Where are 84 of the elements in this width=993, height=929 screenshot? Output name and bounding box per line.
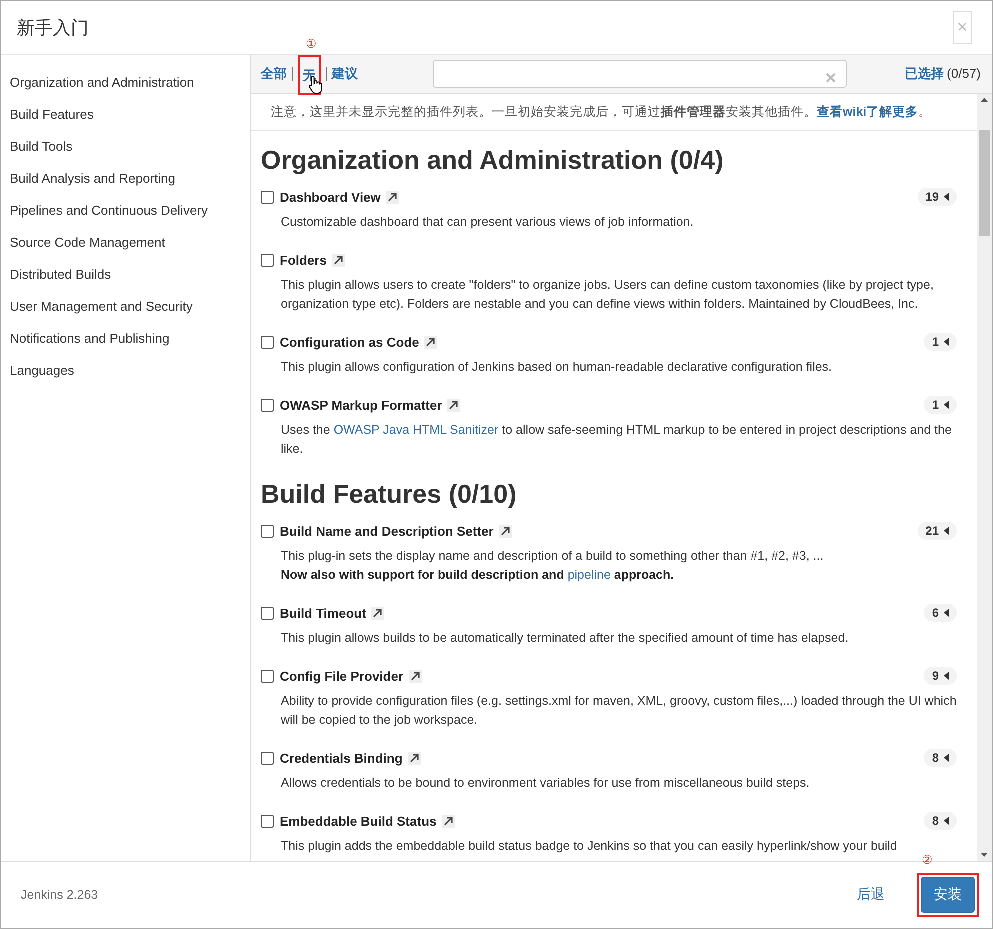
- caret-icon: [944, 338, 949, 346]
- sidebar-item[interactable]: Organization and Administration: [1, 67, 250, 99]
- section-heading: Build Features (0/10): [261, 478, 518, 511]
- dependency-count-button[interactable]: 21: [918, 522, 957, 540]
- dependency-count-button[interactable]: 19: [918, 188, 957, 206]
- sidebar-item[interactable]: Pipelines and Continuous Delivery: [1, 195, 250, 227]
- plugin-description: This plugin allows configuration of Jenkins based on human-readable declarative configuration files.: [281, 359, 834, 376]
- wiki-link[interactable]: 查看wiki了解更多: [817, 105, 919, 119]
- sidebar-item[interactable]: Distributed Builds: [1, 259, 250, 291]
- dependency-count-button[interactable]: 8: [924, 749, 957, 767]
- sidebar-item[interactable]: User Management and Security: [1, 291, 250, 323]
- plugin-description: Allows credentials to be bound to environment variables for use from miscellaneous build steps.: [281, 775, 811, 792]
- plugin-description: Customizable dashboard that can present various views of job information.: [281, 214, 695, 231]
- plugin-checkbox[interactable]: [261, 254, 274, 266]
- link[interactable]: OWASP Java HTML Sanitizer: [334, 423, 499, 437]
- caret-icon: [944, 672, 949, 680]
- sidebar-item[interactable]: Build Features: [1, 99, 250, 131]
- annotation-number: ①: [306, 37, 317, 51]
- caret-icon: [944, 527, 949, 535]
- dependency-count-button[interactable]: 6: [924, 604, 957, 622]
- scroll-up-icon[interactable]: [981, 98, 988, 102]
- arrow-icon[interactable]: [408, 752, 421, 764]
- plugin-description: Now also with support for build description and pipeline approach.: [281, 567, 676, 584]
- dependency-count-button[interactable]: 1: [924, 333, 957, 351]
- notice-text: 注意，这里并未显示完整的插件列表。一旦初始安装完成后，可通过插件管理器安装其他插件。查看wiki了解更多。: [251, 94, 977, 131]
- selected-count: (0/57): [947, 66, 981, 81]
- plugin-name: Build Name and Description Setter: [280, 524, 494, 538]
- scroll-down-icon[interactable]: [981, 853, 988, 857]
- plugin-checkbox[interactable]: [261, 752, 274, 764]
- plugin-description: Uses the OWASP Java HTML Sanitizer to allow safe-seeming HTML markup to be entered in project descriptions and the like.: [281, 422, 953, 458]
- plugin-description: This plug-in sets the display name and description of a build to something other than #1, #2, #3, ...: [281, 548, 825, 565]
- link[interactable]: pipeline: [568, 568, 611, 582]
- plugin-name: Embeddable Build Status: [280, 814, 437, 828]
- dependency-count-button[interactable]: 9: [924, 667, 957, 685]
- plugin-checkbox[interactable]: [261, 606, 274, 620]
- arrow-icon[interactable]: [408, 670, 422, 682]
- caret-icon: [944, 609, 949, 617]
- scrollbar-thumb[interactable]: [979, 130, 990, 236]
- dependency-count-button[interactable]: 8: [924, 812, 957, 830]
- sidebar-item[interactable]: Build Analysis and Reporting: [1, 163, 250, 195]
- plugin-checkbox[interactable]: [261, 670, 274, 682]
- plugin-checkbox[interactable]: [261, 336, 274, 348]
- annotation-number: ②: [922, 853, 933, 867]
- back-link[interactable]: 后退: [857, 886, 885, 904]
- arrow-icon[interactable]: [424, 336, 438, 348]
- filter-link[interactable]: 全部: [261, 65, 287, 83]
- caret-icon: [944, 754, 949, 762]
- caret-icon: [944, 401, 949, 409]
- arrow-icon[interactable]: [498, 524, 512, 538]
- sidebar-item[interactable]: Languages: [1, 355, 250, 387]
- plugin-description: This plugin adds the embeddable build status badge to Jenkins so that you can easily hyperlink/show your build: [281, 838, 898, 855]
- scrollbar[interactable]: [977, 94, 992, 861]
- version-label: Jenkins 2.263: [21, 888, 98, 902]
- plugin-description: This plugin allows builds to be automatically terminated after the specified amount of time has elapsed.: [281, 630, 850, 647]
- dialog-title: 新手入门: [17, 16, 89, 40]
- plugin-name: Folders: [280, 252, 327, 268]
- arrow-icon[interactable]: [371, 606, 384, 620]
- arrow-icon[interactable]: [442, 814, 455, 828]
- search-field[interactable]: [433, 60, 847, 88]
- arrow-icon[interactable]: [447, 398, 460, 412]
- caret-icon: [944, 193, 949, 201]
- sidebar-item[interactable]: Build Tools: [1, 131, 250, 163]
- dependency-count-button[interactable]: 1: [924, 396, 957, 414]
- arrow-icon[interactable]: [332, 254, 345, 266]
- selected-link[interactable]: 已选择: [905, 66, 944, 81]
- caret-icon: [944, 817, 949, 825]
- filter-link[interactable]: 建议: [332, 65, 358, 83]
- plugin-name: Config File Provider: [280, 668, 404, 684]
- plugin-checkbox[interactable]: [261, 524, 274, 538]
- plugin-name: Dashboard View: [280, 190, 381, 204]
- plugin-checkbox[interactable]: [261, 398, 274, 412]
- plugin-name: Credentials Binding: [280, 750, 403, 766]
- section-heading: Organization and Administration (0/4): [261, 144, 725, 177]
- plugin-description: Ability to provide configuration files (e.g. settings.xml for maven, XML, groovy, custom files,...) loaded through the UI which will be copied to the job workspace.: [281, 693, 957, 729]
- plugin-name: OWASP Markup Formatter: [280, 398, 442, 412]
- sidebar-item[interactable]: Notifications and Publishing: [1, 323, 250, 355]
- plugin-description: This plugin allows users to create "folders" to organize jobs. Users can define custom taxonomies (like by project type, organization type etc). Folders are nestable and you can define views within folders. Maintained by CloudBees, Inc.: [281, 277, 935, 313]
- sidebar-item[interactable]: Source Code Management: [1, 227, 250, 259]
- plugin-name: Configuration as Code: [280, 334, 420, 350]
- arrow-icon[interactable]: [386, 190, 399, 204]
- plugin-checkbox[interactable]: [261, 814, 274, 828]
- plugin-checkbox[interactable]: [261, 190, 274, 204]
- plugin-name: Build Timeout: [280, 606, 366, 620]
- install-button[interactable]: 安装: [921, 877, 975, 913]
